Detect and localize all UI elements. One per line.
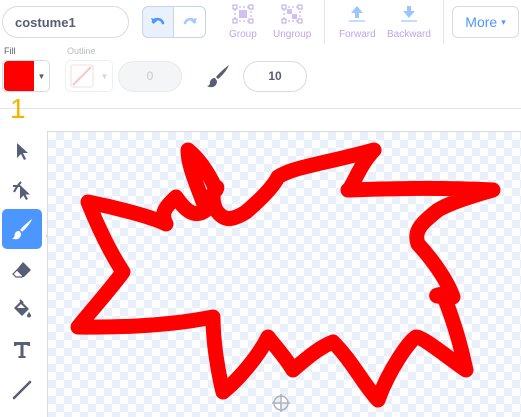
redo-button[interactable] xyxy=(174,6,206,38)
fill-bucket-icon xyxy=(14,299,31,318)
outline-width-input[interactable]: 0 xyxy=(118,61,182,92)
fill-color-picker[interactable]: ▼ xyxy=(2,60,50,92)
text-tool[interactable] xyxy=(2,330,42,370)
text-icon xyxy=(14,342,30,358)
backward-icon xyxy=(400,6,417,22)
toolbar-bottom-divider xyxy=(0,108,521,109)
brush-icon xyxy=(11,218,33,240)
group-label: Group xyxy=(229,29,257,40)
brush-size-input[interactable]: 10 xyxy=(243,61,307,92)
undo-icon xyxy=(151,17,165,25)
arrow-select-icon xyxy=(17,143,28,160)
reshape-tool[interactable] xyxy=(2,169,42,209)
toolbar-divider xyxy=(324,0,325,44)
paint-canvas[interactable] xyxy=(47,131,521,417)
costume-name-input[interactable] xyxy=(2,6,129,38)
forward-button[interactable]: Forward xyxy=(339,4,376,40)
backward-button[interactable]: Backward xyxy=(387,4,431,40)
line-icon xyxy=(12,380,32,400)
line-tool[interactable] xyxy=(2,370,42,410)
outline-color-picker[interactable]: ▼ xyxy=(65,60,113,92)
forward-label: Forward xyxy=(339,29,376,40)
ungroup-icon xyxy=(281,4,303,24)
ungroup-label: Ungroup xyxy=(273,29,312,40)
fill-color-swatch xyxy=(4,61,34,91)
more-label: More xyxy=(465,14,498,30)
ungroup-button[interactable]: Ungroup xyxy=(273,4,311,40)
more-button[interactable]: More ▾ xyxy=(452,6,519,38)
fill-tool[interactable] xyxy=(2,290,42,330)
chevron-down-icon: ▾ xyxy=(501,16,506,27)
chevron-down-icon: ▼ xyxy=(37,71,46,81)
canvas-drawing xyxy=(70,142,501,412)
eraser-tool[interactable] xyxy=(2,250,42,290)
backward-label: Backward xyxy=(387,29,431,40)
group-button[interactable]: Group xyxy=(229,4,257,40)
chevron-down-icon: ▼ xyxy=(100,71,109,81)
annotation-1: 1 xyxy=(10,93,26,124)
center-crosshair-icon xyxy=(272,394,290,412)
outline-color-swatch xyxy=(67,61,97,91)
reshape-icon xyxy=(13,181,30,200)
select-tool[interactable] xyxy=(2,131,42,171)
forward-icon xyxy=(349,6,366,22)
brush-size-icon xyxy=(205,63,231,94)
no-color-icon xyxy=(70,64,94,88)
undo-redo-group xyxy=(142,6,206,38)
redo-icon xyxy=(183,17,197,25)
brush-tool[interactable] xyxy=(2,209,42,249)
fill-label: Fill xyxy=(4,46,16,56)
star-brush-stroke xyxy=(70,142,501,408)
toolbar-divider xyxy=(443,0,444,44)
eraser-icon xyxy=(12,262,31,278)
group-icon xyxy=(232,4,254,24)
outline-label: Outline xyxy=(67,46,96,56)
undo-button[interactable] xyxy=(142,6,174,38)
